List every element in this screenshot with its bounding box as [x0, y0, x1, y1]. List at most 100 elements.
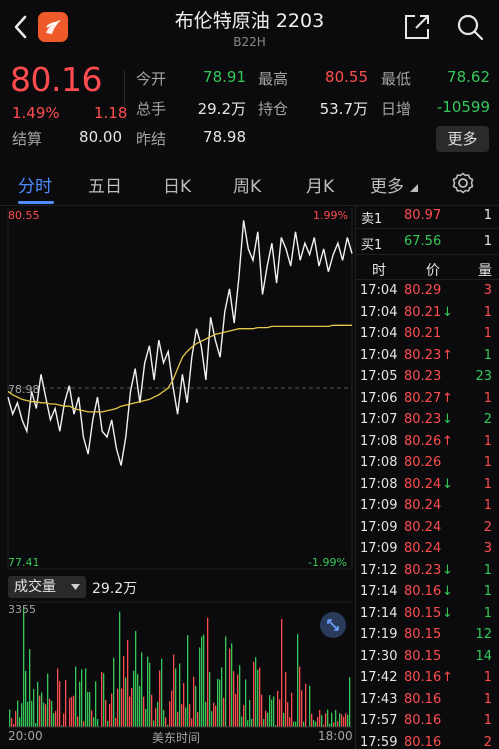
volume-bar — [295, 721, 297, 727]
tab-intraday[interactable]: 分时 — [18, 172, 52, 197]
volume-bar — [169, 701, 171, 727]
volume-bar — [215, 705, 217, 727]
trade-qty: 1 — [483, 433, 492, 449]
volume-bar — [45, 704, 47, 727]
volume-bar — [77, 716, 79, 727]
volume-bar — [117, 688, 119, 727]
volume-bar — [11, 718, 13, 727]
search-icon[interactable] — [455, 12, 485, 42]
volume-bar — [213, 702, 215, 727]
x-axis-timezone: 美东时间 — [152, 731, 201, 745]
volume-bar — [317, 716, 319, 727]
volume-bar — [201, 636, 203, 727]
volume-bar — [25, 670, 27, 727]
trade-price: 80.16 — [404, 713, 442, 728]
tab-five-day[interactable]: 五日 — [88, 172, 122, 197]
chart-period-tabs: 分时 五日 日K 周K 月K 更多 — [0, 160, 499, 206]
volume-bar — [283, 712, 285, 727]
volume-bar — [199, 647, 201, 727]
trade-price: 80.26 — [404, 433, 442, 449]
change-amount: 1.18 — [94, 104, 128, 122]
tab-weekly-k[interactable]: 周K — [233, 172, 261, 197]
volume-bar — [129, 696, 131, 727]
trade-price: 80.24 — [404, 498, 442, 513]
volume-bar — [15, 710, 17, 727]
high-value: 80.55 — [325, 68, 368, 86]
expand-chart-icon[interactable] — [320, 612, 346, 638]
chart-top-right-label: 1.99% — [313, 209, 348, 222]
open-label: 今开 — [136, 70, 167, 88]
volume-bar — [265, 710, 267, 727]
trade-time: 17:59 — [360, 734, 398, 749]
trade-qty: 1 — [483, 326, 492, 341]
volume-bar — [75, 666, 77, 727]
row-divider — [356, 254, 499, 255]
ask-row: 卖1 80.97 1 — [356, 205, 499, 227]
volume-label: 总手 — [136, 100, 167, 118]
volume-bar — [195, 686, 197, 727]
quote-panel: 80.16 1.49% 1.18 今开 78.91 最高 80.55 最低 78… — [0, 60, 499, 152]
volume-bar — [263, 719, 265, 727]
trade-qty: 1 — [483, 304, 492, 320]
trade-time: 17:07 — [360, 412, 398, 427]
active-tab-indicator — [18, 201, 54, 204]
volume-indicator-select[interactable]: 成交量 — [8, 576, 86, 598]
volume-bar — [313, 720, 315, 727]
volume-bar — [105, 699, 107, 727]
tab-monthly-k[interactable]: 月K — [306, 172, 334, 197]
volume-bar — [327, 709, 329, 727]
volume-total: 29.2万 — [92, 581, 138, 597]
trade-price: 80.21 — [404, 304, 442, 320]
bid-price: 67.56 — [404, 234, 442, 249]
trade-time: 17:08 — [360, 455, 398, 470]
volume-indicator-label: 成交量 — [14, 579, 56, 595]
prev-settle-value: 78.98 — [203, 128, 246, 146]
volume-bar — [145, 708, 147, 727]
trade-time: 17:06 — [360, 390, 398, 406]
share-icon[interactable] — [402, 12, 432, 42]
volume-bar — [47, 673, 49, 727]
more-quote-button[interactable]: 更多 — [436, 126, 489, 152]
trade-row: 17:12 80.23 ↓ 1 — [356, 560, 499, 582]
volume-bar — [179, 663, 181, 727]
trade-time: 17:57 — [360, 713, 398, 728]
volume-bar — [37, 681, 39, 727]
volume-bar — [41, 692, 43, 727]
trade-row: 17:09 80.24 1 — [356, 495, 499, 517]
volume-bar — [297, 634, 299, 727]
tab-daily-k[interactable]: 日K — [163, 172, 191, 197]
volume-bar — [189, 703, 191, 727]
trade-row: 17:06 80.27 ↑ 1 — [356, 388, 499, 410]
volume-bar — [115, 717, 117, 727]
trade-price: 80.23 — [404, 347, 442, 363]
trade-time: 17:04 — [360, 283, 398, 298]
volume-bar — [205, 701, 207, 727]
trade-row: 17:19 80.15 12 — [356, 624, 499, 646]
bid-row: 买1 67.56 1 — [356, 231, 499, 253]
volume-max-label: 3355 — [8, 603, 36, 616]
volume-bar — [343, 716, 345, 727]
trade-row: 17:14 80.15 ↓ 1 — [356, 603, 499, 625]
volume-bar — [219, 679, 221, 727]
trade-price: 80.16 — [404, 584, 442, 599]
ask-price: 80.97 — [404, 208, 442, 223]
tab-more[interactable]: 更多 — [370, 172, 404, 197]
trade-row: 17:04 80.21 ↓ 1 — [356, 302, 499, 324]
header-bar: 布伦特原油 2203 B22H — [0, 0, 499, 56]
trade-price: 80.15 — [404, 648, 442, 664]
daily-change-label: 日增 — [381, 100, 412, 118]
volume-bar — [241, 716, 243, 727]
volume-bar — [261, 694, 263, 727]
volume-bar — [157, 701, 159, 727]
daily-change-value: -10599 — [436, 98, 490, 116]
trade-time: 17:04 — [360, 326, 398, 341]
volume-bar — [193, 676, 195, 727]
settings-gear-icon[interactable] — [452, 172, 474, 194]
volume-bar — [255, 657, 257, 727]
trade-row: 17:30 80.15 14 — [356, 646, 499, 668]
trade-row: 17:08 80.26 1 — [356, 452, 499, 474]
trades-qty-header: 量 — [478, 263, 492, 279]
trades-time-header: 时 — [372, 263, 386, 279]
trade-qty: 1 — [483, 691, 492, 707]
volume-bar — [285, 672, 287, 727]
